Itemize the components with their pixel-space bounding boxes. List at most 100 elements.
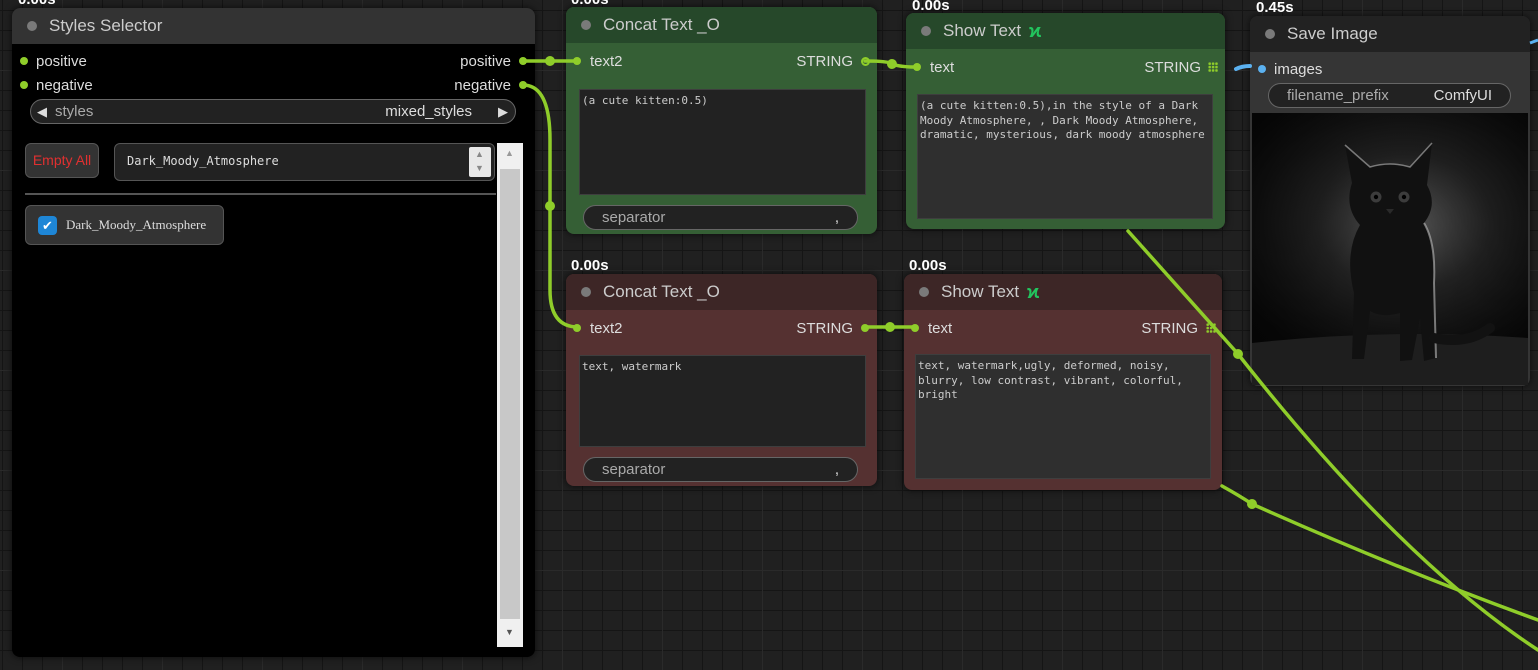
styles-combo-label: styles (55, 103, 94, 120)
style-search-value: Dark_Moody_Atmosphere (127, 154, 279, 168)
spinner-down-icon[interactable]: ▼ (475, 163, 484, 173)
combo-left-arrow-icon[interactable]: ◀ (37, 100, 47, 123)
scroll-up-icon[interactable]: ▲ (505, 148, 514, 158)
styles-combo-widget[interactable]: ◀ styles mixed_styles ▶ (30, 99, 516, 124)
collapse-dot-icon[interactable] (581, 287, 591, 297)
concat-text-negative-node[interactable]: Concat Text _O text2 STRING text, waterm… (566, 274, 877, 486)
separator-value: , (834, 461, 839, 478)
wire-image-output[interactable] (1529, 38, 1538, 45)
show-positive-output-textarea: (a cute kitten:0.5),in the style of a Da… (917, 94, 1213, 219)
show-negative-title-bar[interactable]: Show Text ϰ (904, 274, 1222, 310)
section-divider (25, 193, 496, 195)
separator-label: separator (602, 461, 666, 478)
separator-widget[interactable]: separator , (583, 457, 858, 482)
show-text-positive-node[interactable]: Show Text ϰ text STRING (a cute kitten:0… (906, 13, 1225, 229)
wire-reroute-dot[interactable] (545, 56, 555, 66)
collapse-dot-icon[interactable] (919, 287, 929, 297)
filename-prefix-widget[interactable]: filename_prefix ComfyUI (1268, 83, 1511, 108)
concat-negative-title-bar[interactable]: Concat Text _O (566, 274, 877, 310)
list-output-grid-icon[interactable] (1208, 62, 1218, 72)
style-list-scrollbar[interactable]: ▲ ▼ (497, 143, 523, 647)
style-checkbox-item[interactable]: ✔ Dark_Moody_Atmosphere (25, 205, 224, 245)
input-slot-negative-label: negative (36, 77, 93, 94)
save-image-title-bar[interactable]: Save Image (1250, 16, 1530, 52)
node-title: Show Text (941, 282, 1020, 301)
concat-text-positive-node[interactable]: Concat Text _O text2 STRING (a cute kitt… (566, 7, 877, 234)
input-slot-text2-label: text2 (590, 320, 623, 337)
concat-negative-textarea[interactable]: text, watermark (579, 355, 866, 447)
scrollbar-thumb[interactable] (500, 169, 520, 619)
scroll-down-icon[interactable]: ▼ (505, 627, 514, 637)
node-title: Concat Text _O (603, 282, 720, 301)
collapse-dot-icon[interactable] (921, 26, 931, 36)
styles-selector-node[interactable]: Styles Selector positive negative positi… (12, 8, 535, 657)
collapse-dot-icon[interactable] (27, 21, 37, 31)
kitten-silhouette-icon (1252, 113, 1528, 385)
filename-prefix-value: ComfyUI (1433, 87, 1492, 104)
concat-positive-textarea[interactable]: (a cute kitten:0.5) (579, 89, 866, 195)
save-image-node[interactable]: Save Image images filename_prefix ComfyU… (1250, 16, 1530, 386)
output-slot-string-dot[interactable] (861, 324, 869, 332)
list-output-grid-icon[interactable] (1206, 323, 1216, 333)
output-slot-string-dot[interactable] (861, 57, 870, 66)
node-title: Show Text (943, 21, 1022, 40)
collapse-dot-icon[interactable] (581, 20, 591, 30)
separator-label: separator (602, 209, 666, 226)
output-slot-positive-label: positive (460, 53, 511, 70)
output-slot-string-label: STRING (796, 320, 853, 337)
input-slot-text-label: text (930, 59, 955, 76)
styles-selector-title-bar[interactable]: Styles Selector (12, 8, 535, 44)
show-negative-timing: 0.00s (909, 257, 947, 274)
wire-show-negative-out[interactable] (1220, 484, 1538, 622)
filename-prefix-label: filename_prefix (1287, 87, 1389, 104)
show-text-negative-node[interactable]: Show Text ϰ text STRING text, watermark,… (904, 274, 1222, 490)
search-spinner[interactable]: ▲ ▼ (469, 147, 491, 177)
empty-all-button[interactable]: Empty All (25, 143, 99, 178)
output-slot-string-label: STRING (1144, 59, 1201, 76)
input-slot-negative-dot[interactable] (20, 81, 28, 89)
input-slot-text-dot[interactable] (913, 63, 921, 71)
output-slot-negative-label: negative (454, 77, 511, 94)
input-slot-images-dot[interactable] (1258, 65, 1266, 73)
output-slot-negative-dot[interactable] (519, 81, 527, 89)
show-positive-title-bar[interactable]: Show Text ϰ (906, 13, 1225, 49)
node-title: Styles Selector (49, 16, 163, 35)
styles-combo-value: mixed_styles (385, 103, 472, 120)
combo-right-arrow-icon[interactable]: ▶ (498, 100, 508, 123)
wire-reroute-dot[interactable] (1233, 349, 1243, 359)
show-negative-output-textarea: text, watermark,ugly, deformed, noisy, b… (915, 354, 1211, 479)
node-title: Save Image (1287, 24, 1378, 43)
collapse-dot-icon[interactable] (1265, 29, 1275, 39)
custom-node-badge-icon: ϰ (1029, 21, 1042, 41)
input-slot-images-label: images (1274, 61, 1323, 78)
wire-reroute-dot[interactable] (545, 201, 555, 211)
style-search-input[interactable]: Dark_Moody_Atmosphere ▲ ▼ (114, 143, 495, 181)
spinner-up-icon[interactable]: ▲ (475, 149, 484, 159)
show-positive-timing: 0.00s (912, 0, 950, 14)
empty-all-button-label: Empty All (32, 152, 92, 168)
concat-positive-timing: 0.00s (571, 0, 609, 8)
input-slot-text-label: text (928, 320, 953, 337)
wire-reroute-dot[interactable] (885, 322, 895, 332)
concat-negative-timing: 0.00s (571, 257, 609, 274)
input-slot-positive-label: positive (36, 53, 87, 70)
separator-value: , (834, 209, 839, 226)
concat-positive-title-bar[interactable]: Concat Text _O (566, 7, 877, 43)
separator-widget[interactable]: separator , (583, 205, 858, 230)
node-title: Concat Text _O (603, 15, 720, 34)
checkbox-checked-icon[interactable]: ✔ (38, 216, 57, 235)
input-slot-text-dot[interactable] (911, 324, 919, 332)
output-slot-string-label: STRING (1141, 320, 1198, 337)
save-image-timing: 0.45s (1256, 0, 1294, 16)
wire-image-input[interactable] (1234, 64, 1252, 71)
input-slot-text2-label: text2 (590, 53, 623, 70)
style-checkbox-label: Dark_Moody_Atmosphere (66, 217, 207, 232)
wire-reroute-dot[interactable] (1247, 499, 1257, 509)
output-slot-string-label: STRING (796, 53, 853, 70)
wire-reroute-dot[interactable] (887, 59, 897, 69)
input-slot-text2-dot[interactable] (573, 324, 581, 332)
input-slot-positive-dot[interactable] (20, 57, 28, 65)
black-kitten-image[interactable] (1252, 113, 1528, 385)
input-slot-text2-dot[interactable] (573, 57, 581, 65)
output-slot-positive-dot[interactable] (519, 57, 527, 65)
